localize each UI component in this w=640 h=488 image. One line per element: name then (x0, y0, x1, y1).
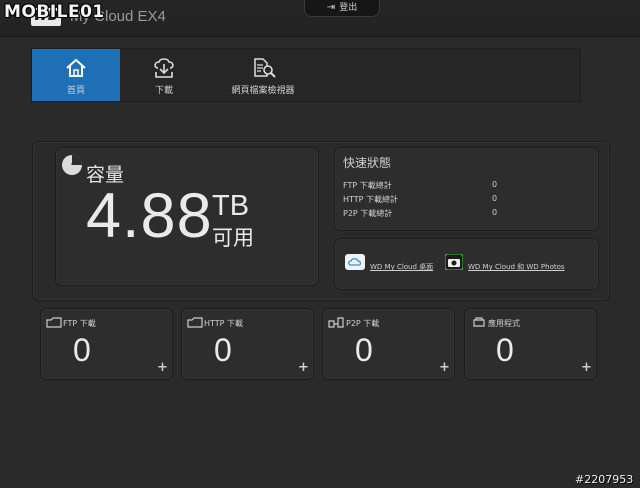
photos-app-link[interactable]: WD My Cloud 和 WD Photos (468, 262, 565, 272)
app-icon (473, 317, 485, 327)
main-nav: 首頁 下載 網頁檔案檢視器 (31, 48, 581, 102)
quick-status-value: 0 (492, 194, 498, 203)
nav-item-home[interactable]: 首頁 (32, 49, 120, 101)
cloud-download-icon (154, 58, 174, 78)
nav-item-download[interactable]: 下載 (120, 49, 208, 101)
logout-button[interactable]: ⇥ 登出 (304, 0, 380, 17)
capacity-value: 4.88 (86, 181, 213, 251)
p2p-icon (328, 317, 344, 328)
nav-item-label: 首頁 (66, 86, 85, 96)
tile-label: 應用程式 (488, 319, 520, 328)
capacity-unit: TB (212, 190, 250, 222)
logout-label: 登出 (339, 3, 358, 13)
quick-status-label: P2P 下載總計 (343, 209, 393, 218)
tile-label: HTTP 下載 (204, 319, 244, 328)
capacity-status: 可用 (212, 226, 254, 250)
quick-status-value: 0 (492, 208, 498, 217)
watermark-logo: MOBILE01 (4, 2, 105, 22)
nav-item-file-viewer[interactable]: 網頁檔案檢視器 (208, 49, 318, 101)
quick-status-title: 快速狀態 (343, 156, 392, 170)
cloud-icon (187, 317, 203, 328)
nav-item-label: 下載 (154, 86, 173, 96)
tile-count: 0 (214, 332, 232, 368)
file-search-icon (254, 58, 276, 78)
camera-icon (445, 254, 463, 270)
add-icon[interactable]: + (298, 360, 309, 375)
quick-status-label: HTTP 下載總計 (343, 195, 399, 204)
cloud-icon (345, 254, 365, 270)
add-icon[interactable]: + (439, 360, 450, 375)
add-icon[interactable]: + (581, 360, 592, 375)
desktop-app-link[interactable]: WD My Cloud 桌面 (370, 262, 433, 272)
logout-icon: ⇥ (326, 2, 336, 13)
pie-chart-icon (62, 155, 82, 175)
tile-count: 0 (496, 332, 514, 368)
quick-status-label: FTP 下載總計 (343, 181, 392, 190)
add-icon[interactable]: + (157, 360, 168, 375)
quick-status-value: 0 (492, 180, 498, 189)
nav-item-label: 網頁檔案檢視器 (231, 86, 295, 96)
home-icon (66, 58, 86, 77)
image-id-watermark: #2207953 (575, 473, 634, 486)
tile-label: P2P 下載 (346, 319, 380, 328)
tile-count: 0 (73, 332, 91, 368)
cloud-icon (46, 317, 62, 328)
tile-count: 0 (355, 332, 373, 368)
tile-label: FTP 下載 (63, 319, 96, 328)
